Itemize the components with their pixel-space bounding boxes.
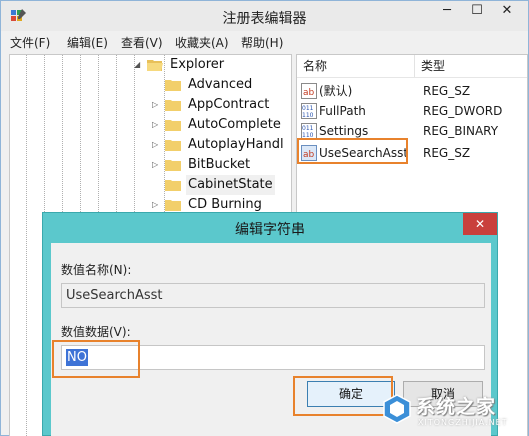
value-name-label: 数值名称(N): [61,263,132,277]
minimize-button[interactable]: ─ [433,1,461,23]
folder-icon [165,100,181,111]
dialog-title: 编辑字符串 [235,222,305,238]
value-type: REG_SZ [423,84,471,98]
folder-icon [165,180,181,191]
menu-edit[interactable]: 编辑(E) [67,34,108,51]
folder-icon [165,160,181,171]
svg-text:ab: ab [303,88,315,98]
column-header-type[interactable]: 类型 [415,55,527,77]
svg-text:011: 011 [302,125,314,132]
folder-icon [165,140,181,151]
value-type: REG_DWORD [423,104,503,118]
value-row-fullpath[interactable]: 011 110 FullPath REG_DWORD [297,101,527,121]
menu-file[interactable]: 文件(F) [10,34,50,51]
tree-guide-line [26,55,27,436]
maximize-button[interactable]: ☐ [463,1,491,23]
menu-bar: 文件(F) 编辑(E) 查看(V) 收藏夹(A) 帮助(H) [1,31,528,53]
folder-icon [165,80,181,91]
title-bar: 注册表编辑器 ─ ☐ ✕ [1,1,528,31]
folder-open-icon [147,60,163,71]
highlight-box-usesearchasst [297,138,408,164]
highlight-box-value-data [52,340,140,378]
watermark-subtext: XITONGZHIJIA.NET [418,418,508,427]
chevron-right-icon[interactable]: ▷ [152,155,162,175]
value-name-field: UseSearchAsst [61,283,485,308]
binary-value-icon: 011110 [301,103,317,119]
dialog-close-button[interactable]: ✕ [463,213,497,235]
menu-help[interactable]: 帮助(H) [241,34,283,51]
value-type: REG_BINARY [423,124,499,138]
svg-text:110: 110 [302,112,314,119]
chevron-right-icon[interactable]: ▷ [152,115,162,135]
value-row-default[interactable]: ab (默认) REG_SZ [297,81,527,101]
value-type: REG_SZ [423,146,471,160]
string-value-icon: ab [301,83,317,99]
binary-value-icon: 011110 [301,123,317,139]
menu-favorites[interactable]: 收藏夹(A) [175,34,229,51]
svg-text:011: 011 [302,105,314,112]
folder-icon [165,200,181,211]
menu-view[interactable]: 查看(V) [121,34,163,51]
chevron-right-icon[interactable]: ▷ [152,95,162,115]
close-button[interactable]: ✕ [493,1,521,23]
chevron-down-icon[interactable]: ◢ [134,55,144,75]
watermark-text: 系统之家 [416,396,497,418]
value-data-label: 数值数据(V): [61,325,131,339]
watermark: 系统之家 XITONGZHIJIA.NET [376,388,526,434]
chevron-right-icon[interactable]: ▷ [152,135,162,155]
header-divider [297,77,527,78]
folder-icon [165,120,181,131]
column-header-name[interactable]: 名称 [297,55,415,77]
watermark-logo-icon [383,394,411,424]
value-name: (默认) [319,84,353,98]
value-name: FullPath [319,104,366,118]
